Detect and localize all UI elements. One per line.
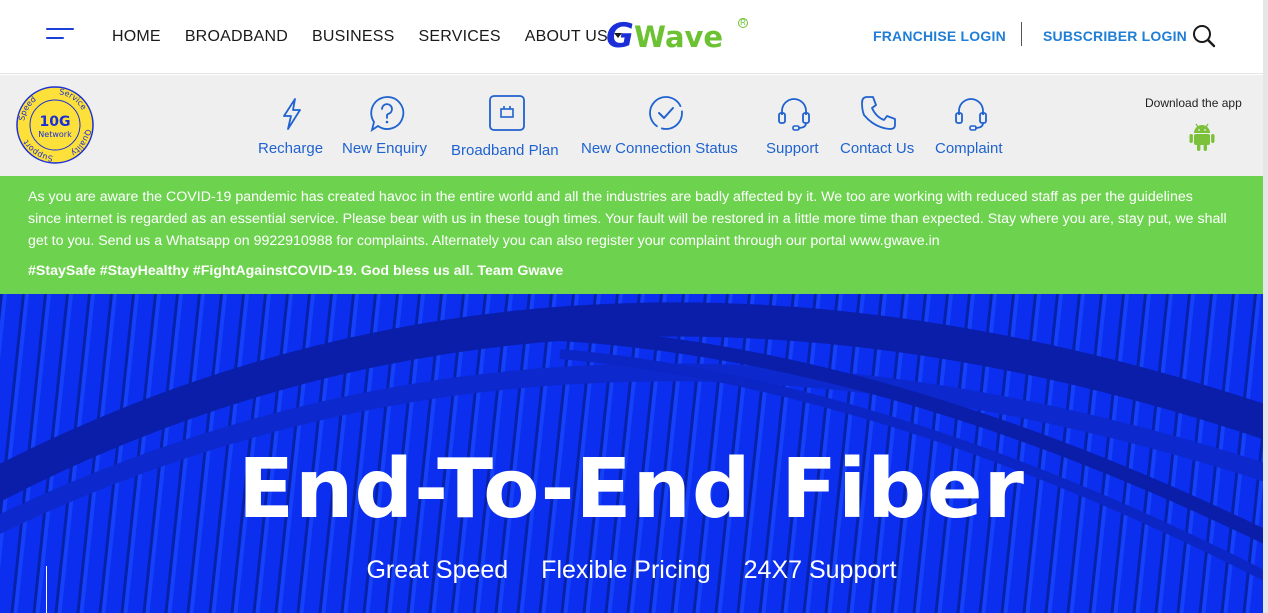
check-circle-icon xyxy=(646,93,686,133)
nav-services[interactable]: SERVICES xyxy=(418,28,500,46)
hero-features: Great Speed Flexible Pricing 24X7 Suppor… xyxy=(0,556,1263,585)
site-header: HOME BROADBAND BUSINESS SERVICES ABOUT U… xyxy=(0,0,1268,74)
quick-link-contact-us[interactable]: Contact Us xyxy=(840,75,920,176)
search-icon[interactable] xyxy=(1192,24,1216,48)
android-icon[interactable] xyxy=(1188,122,1216,152)
hero-feature-speed: Great Speed xyxy=(366,556,509,584)
question-bubble-icon xyxy=(367,93,407,133)
login-divider xyxy=(1021,22,1022,46)
hero-feature-support: 24X7 Support xyxy=(743,556,897,584)
nav-home[interactable]: HOME xyxy=(112,28,161,46)
quick-link-support[interactable]: Support xyxy=(766,75,826,176)
quick-link-label: Complaint xyxy=(935,140,1003,157)
headset-icon xyxy=(951,93,991,133)
gwave-logo[interactable]: G Wave R xyxy=(606,14,748,56)
phone-icon xyxy=(858,93,898,133)
bolt-icon xyxy=(272,93,312,133)
hero-feature-pricing: Flexible Pricing xyxy=(541,556,711,584)
quick-link-complaint[interactable]: Complaint xyxy=(935,75,1011,176)
10g-network-badge: Speed Service Quality Support 10G Networ… xyxy=(16,86,94,164)
headset-icon xyxy=(774,93,814,133)
router-icon xyxy=(487,93,527,133)
quick-link-recharge[interactable]: Recharge xyxy=(258,75,328,176)
hero-scroll-line xyxy=(46,566,47,613)
hero-banner: End-To-End Fiber Great Speed Flexible Pr… xyxy=(0,294,1263,613)
menu-toggle-icon[interactable] xyxy=(46,26,74,42)
notice-hashtags: #StaySafe #StayHealthy #FightAgainstCOVI… xyxy=(28,263,564,279)
quick-link-new-enquiry[interactable]: New Enquiry xyxy=(342,75,436,176)
quick-link-label: Support xyxy=(766,140,819,157)
subscriber-login-link[interactable]: SUBSCRIBER LOGIN xyxy=(1043,28,1187,44)
badge-speed: 10G xyxy=(40,114,71,130)
nav-broadband[interactable]: BROADBAND xyxy=(185,28,288,46)
quick-link-label: Broadband Plan xyxy=(451,142,559,159)
quick-link-new-connection-status[interactable]: New Connection Status xyxy=(581,75,751,176)
quick-link-broadband-plan[interactable]: Broadband Plan xyxy=(451,75,567,176)
badge-sub: Network xyxy=(38,130,72,139)
covid-notice-banner: As you are aware the COVID-19 pandemic h… xyxy=(0,176,1263,294)
quick-links-bar: Speed Service Quality Support 10G Networ… xyxy=(0,75,1263,176)
nav-about-us-label: ABOUT US xyxy=(524,28,608,45)
main-nav: HOME BROADBAND BUSINESS SERVICES ABOUT U… xyxy=(112,28,646,46)
logo-wave: Wave xyxy=(634,20,724,54)
quick-link-label: New Connection Status xyxy=(581,140,738,157)
download-app-text: Download the app xyxy=(1145,96,1242,110)
quick-link-label: New Enquiry xyxy=(342,140,428,157)
nav-business[interactable]: BUSINESS xyxy=(312,28,395,46)
logo-g: G xyxy=(606,16,634,56)
quick-link-label: Contact Us xyxy=(840,140,915,157)
hero-title: End-To-End Fiber xyxy=(238,442,1025,537)
quick-link-label: Recharge xyxy=(258,140,324,157)
registered-mark: R xyxy=(738,18,748,28)
page-scrollbar[interactable] xyxy=(1263,0,1268,613)
notice-text: As you are aware the COVID-19 pandemic h… xyxy=(28,189,1227,249)
franchise-login-link[interactable]: FRANCHISE LOGIN xyxy=(873,28,1006,44)
